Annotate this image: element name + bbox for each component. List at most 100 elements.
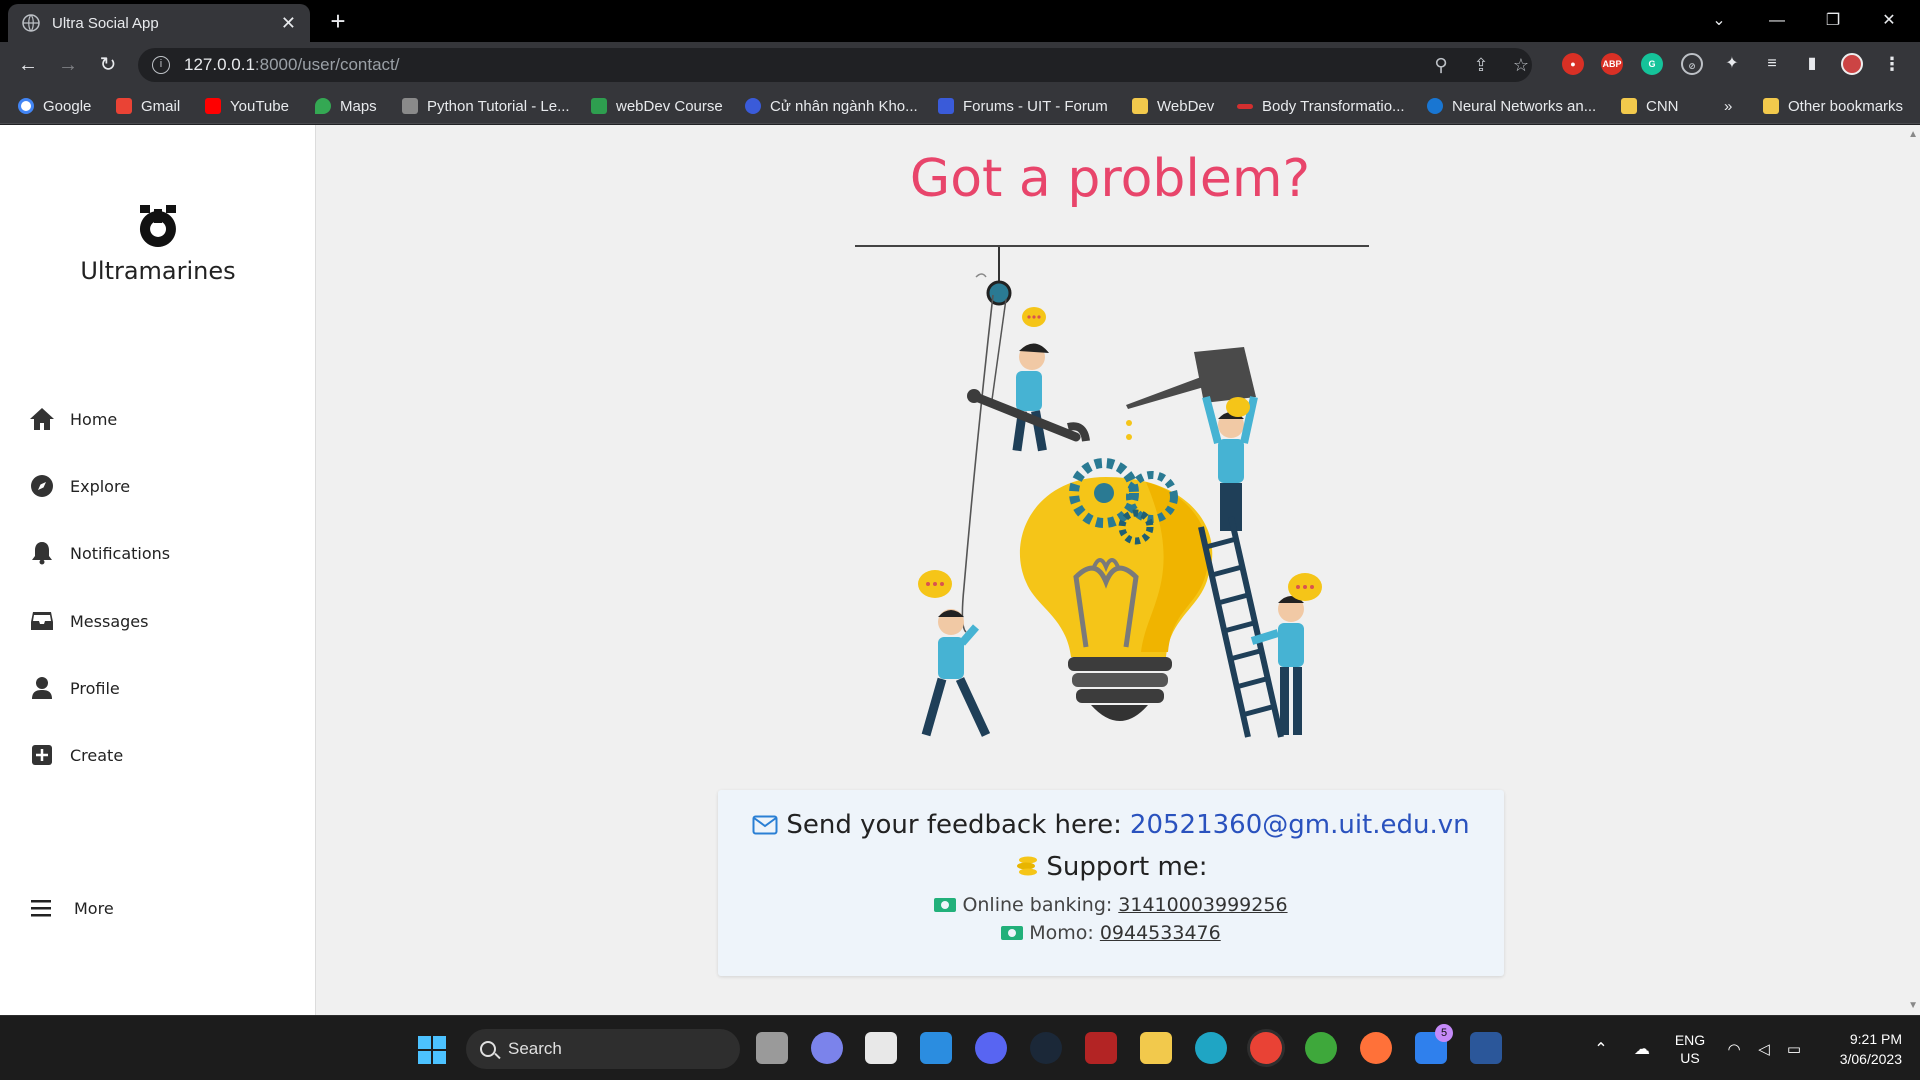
google-icon	[18, 98, 34, 114]
chrome-icon[interactable]	[1250, 1032, 1282, 1064]
url-host: 127.0.0.1	[184, 55, 255, 74]
uit-icon	[745, 98, 761, 114]
steam-icon[interactable]	[1030, 1032, 1062, 1064]
game-app-icon[interactable]	[1085, 1032, 1117, 1064]
bookmark-youtube[interactable]: YouTube	[205, 96, 289, 116]
firefox-icon[interactable]	[1360, 1032, 1392, 1064]
reload-icon[interactable]: ↻	[94, 51, 122, 79]
extension-record-icon[interactable]: ●	[1562, 53, 1584, 75]
folder-icon	[1621, 98, 1637, 114]
mail-badge: 5	[1435, 1024, 1453, 1042]
discord-icon[interactable]	[975, 1032, 1007, 1064]
windows-start-icon[interactable]	[418, 1036, 446, 1064]
brand-logo[interactable]: Ultramarines	[0, 203, 316, 285]
sidebar-item-messages[interactable]: Messages	[28, 604, 288, 638]
clock[interactable]: 9:21 PM 3/06/2023	[1812, 1016, 1912, 1080]
puzzle-icon[interactable]: ✦	[1721, 53, 1743, 75]
avatar[interactable]	[1841, 53, 1863, 75]
bookmark-label: Google	[43, 97, 92, 115]
bookmark-forums-uit[interactable]: Forums - UIT - Forum	[938, 96, 1108, 116]
feedback-email-link[interactable]: 20521360@gm.uit.edu.vn	[1130, 810, 1470, 840]
sidebar-item-notifications[interactable]: Notifications	[28, 536, 288, 570]
forward-icon[interactable]: →	[54, 51, 82, 79]
file-explorer-icon[interactable]	[1140, 1032, 1172, 1064]
active-tab[interactable]: Ultra Social App ✕	[8, 4, 310, 42]
sidebar-item-profile[interactable]: Profile	[28, 671, 288, 705]
minimize-icon[interactable]: —	[1762, 6, 1792, 36]
taskbar-search[interactable]: Search	[466, 1029, 740, 1069]
online-banking-number[interactable]: 31410003999256	[1118, 894, 1287, 916]
home-icon	[28, 405, 56, 433]
feedback-label: Send your feedback here:	[786, 810, 1122, 840]
bookmark-webdev-course[interactable]: webDev Course	[591, 96, 723, 116]
teams-icon[interactable]	[811, 1032, 843, 1064]
restore-icon[interactable]: ❐	[1818, 6, 1848, 36]
edge-icon[interactable]	[1195, 1032, 1227, 1064]
windows-taskbar: Search 5 ⌃ ☁ ENG US ◠ ◁ ▭ 9:21 PM 3/06/2…	[0, 1015, 1920, 1080]
cash-icon	[934, 898, 957, 912]
xbox-icon[interactable]	[1305, 1032, 1337, 1064]
page-title: Got a problem?	[909, 149, 1311, 209]
grammarly-icon[interactable]: G	[1641, 53, 1663, 75]
sidebar-item-home[interactable]: Home	[28, 402, 288, 436]
word-icon[interactable]	[1470, 1032, 1502, 1064]
snipping-tool-icon[interactable]	[865, 1032, 897, 1064]
menu-kebab-icon[interactable]: ⋮	[1881, 53, 1903, 75]
bookmark-label: Maps	[340, 97, 377, 115]
task-view-icon[interactable]	[756, 1032, 788, 1064]
sidebar-item-more[interactable]: More	[28, 891, 288, 925]
adblock-icon[interactable]: ABP	[1601, 53, 1623, 75]
bookmark-label: webDev Course	[616, 97, 723, 115]
zoom-icon[interactable]: ⚲	[1430, 54, 1452, 76]
bookmark-python-tutorial[interactable]: Python Tutorial - Le...	[402, 96, 570, 116]
other-bookmarks[interactable]: Other bookmarks	[1763, 96, 1903, 116]
ultramarines-logo-icon	[139, 205, 176, 247]
tab-search-icon[interactable]: ⌄	[1704, 6, 1734, 36]
sidebar-item-explore[interactable]: Explore	[28, 469, 288, 503]
battery-icon[interactable]: ▭	[1782, 1016, 1806, 1080]
bookmark-uit[interactable]: Cử nhân ngành Kho...	[745, 96, 918, 116]
bookmark-webdev-folder[interactable]: WebDev	[1132, 96, 1214, 116]
bookmarks-bar: Google Gmail YouTube Maps Python Tutoria…	[0, 88, 1920, 124]
wifi-icon[interactable]: ◠	[1722, 1016, 1746, 1080]
sidebar-item-create[interactable]: Create	[28, 738, 288, 772]
bookmark-label: Python Tutorial - Le...	[427, 97, 570, 115]
web-page: Ultramarines Home Explore Notifications …	[0, 125, 1920, 1015]
feedback-row: Send your feedback here: 20521360@gm.uit…	[718, 810, 1504, 840]
close-tab-icon[interactable]: ✕	[281, 13, 296, 34]
close-window-icon[interactable]: ✕	[1874, 6, 1904, 36]
coins-icon	[1017, 856, 1038, 876]
compass-extension-icon[interactable]: ⊘	[1681, 53, 1703, 75]
mail-icon[interactable]: 5	[1415, 1024, 1453, 1064]
bookmarks-overflow-button[interactable]: »	[1724, 96, 1732, 116]
bookmark-label: Forums - UIT - Forum	[963, 97, 1108, 115]
bookmark-neural-networks[interactable]: Neural Networks an...	[1427, 96, 1596, 116]
scroll-down-arrow-icon[interactable]: ▼	[1908, 1000, 1918, 1011]
volume-icon[interactable]: ◁	[1752, 1016, 1776, 1080]
site-info-icon[interactable]: i	[152, 56, 170, 74]
side-panel-icon[interactable]: ▮	[1801, 53, 1823, 75]
bookmark-maps[interactable]: Maps	[315, 96, 377, 116]
share-icon[interactable]: ⇪	[1470, 54, 1492, 76]
bookmark-google[interactable]: Google	[18, 96, 91, 116]
media-icon[interactable]: ≡	[1761, 53, 1783, 75]
bookmark-cnn-folder[interactable]: CNN	[1621, 96, 1679, 116]
new-tab-icon[interactable]: +	[325, 8, 351, 34]
bookmark-gmail[interactable]: Gmail	[116, 96, 180, 116]
bookmark-label: Other bookmarks	[1788, 97, 1904, 115]
scroll-up-arrow-icon[interactable]: ▲	[1908, 129, 1918, 140]
momo-number[interactable]: 0944533476	[1100, 922, 1221, 944]
address-bar[interactable]: i 127.0.0.1:8000/user/contact/	[138, 48, 1532, 82]
language-indicator[interactable]: ENG US	[1668, 1016, 1712, 1080]
back-icon[interactable]: ←	[14, 51, 42, 79]
momo-label: Momo:	[1029, 922, 1094, 944]
forum-icon	[938, 98, 954, 114]
onedrive-icon[interactable]: ☁	[1628, 1016, 1656, 1080]
vscode-icon[interactable]	[920, 1032, 952, 1064]
bookmark-label: CNN	[1646, 97, 1679, 115]
browser-toolbar: ← → ↻ i 127.0.0.1:8000/user/contact/ ⚲ ⇪…	[0, 42, 1920, 88]
bookmark-star-icon[interactable]: ☆	[1510, 54, 1532, 76]
bookmark-body-transformation[interactable]: Body Transformatio...	[1237, 96, 1405, 116]
sidebar-item-label: Messages	[70, 611, 149, 631]
tray-overflow-icon[interactable]: ⌃	[1590, 1016, 1612, 1080]
